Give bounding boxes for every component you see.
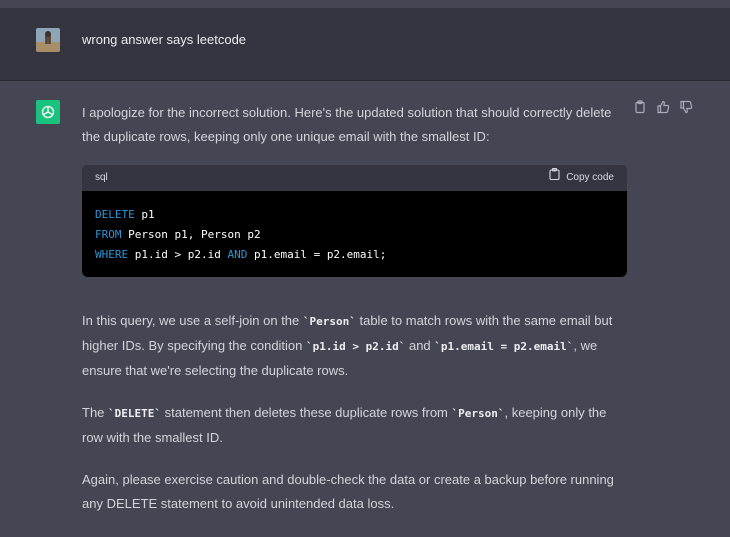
- assistant-message-content: I apologize for the incorrect solution. …: [82, 101, 627, 516]
- explanation-paragraph-3: Again, please exercise caution and doubl…: [82, 472, 614, 511]
- copy-code-button[interactable]: Copy code: [549, 166, 614, 190]
- code-block-header: sql Copy code: [82, 165, 627, 191]
- code-block: sql Copy code DELETE p1 FROM Person p1, P…: [82, 165, 627, 277]
- top-strip: [0, 0, 730, 8]
- inline-code: `p1.email = p2.email`: [434, 340, 574, 353]
- inline-code: `Person`: [302, 315, 356, 328]
- text-span: and: [405, 338, 435, 353]
- code-text: p1: [134, 208, 155, 221]
- code-text: p1.id > p2.id: [128, 248, 228, 261]
- sql-keyword: FROM: [95, 228, 122, 241]
- user-message-text: wrong answer says leetcode: [82, 32, 247, 47]
- code-content: DELETE p1 FROM Person p1, Person p2 WHERE …: [82, 191, 627, 277]
- intro-text: I apologize for the incorrect solution. …: [82, 105, 612, 144]
- code-language-label: sql: [95, 172, 108, 183]
- inline-code: `p1.id > p2.id`: [306, 340, 406, 353]
- copy-icon[interactable]: [633, 100, 647, 114]
- text-span: statement then deletes these duplicate r…: [161, 405, 452, 420]
- inline-code: `DELETE`: [108, 407, 161, 420]
- inline-code: `Person`: [451, 407, 505, 420]
- sql-keyword: AND: [227, 248, 248, 261]
- sql-keyword: WHERE: [95, 248, 129, 261]
- message-actions: [633, 100, 693, 114]
- user-message-row: wrong answer says leetcode: [0, 8, 730, 81]
- thumbs-up-icon[interactable]: [656, 100, 670, 114]
- copy-code-label: Copy code: [566, 172, 614, 183]
- thumbs-down-icon[interactable]: [679, 100, 693, 114]
- code-line: FROM Person p1, Person p2: [95, 225, 614, 245]
- text-span: The: [82, 405, 109, 420]
- explanation-paragraph-1: In this query, we use a self-join on the…: [82, 309, 627, 383]
- code-text: Person p1, Person p2: [121, 228, 261, 241]
- code-line: DELETE p1: [95, 205, 614, 225]
- assistant-message-row: I apologize for the incorrect solution. …: [0, 81, 730, 537]
- code-line: WHERE p1.id > p2.id AND p1.email = p2.em…: [95, 245, 614, 265]
- clipboard-icon: [549, 166, 560, 190]
- user-avatar: [36, 28, 60, 52]
- code-text: p1.email = p2.email;: [247, 248, 387, 261]
- text-span: In this query, we use a self-join on the: [82, 313, 303, 328]
- openai-logo-icon: [36, 100, 60, 124]
- explanation-paragraph-2: The `DELETE` statement then deletes thes…: [82, 401, 627, 450]
- sql-keyword: DELETE: [95, 208, 135, 221]
